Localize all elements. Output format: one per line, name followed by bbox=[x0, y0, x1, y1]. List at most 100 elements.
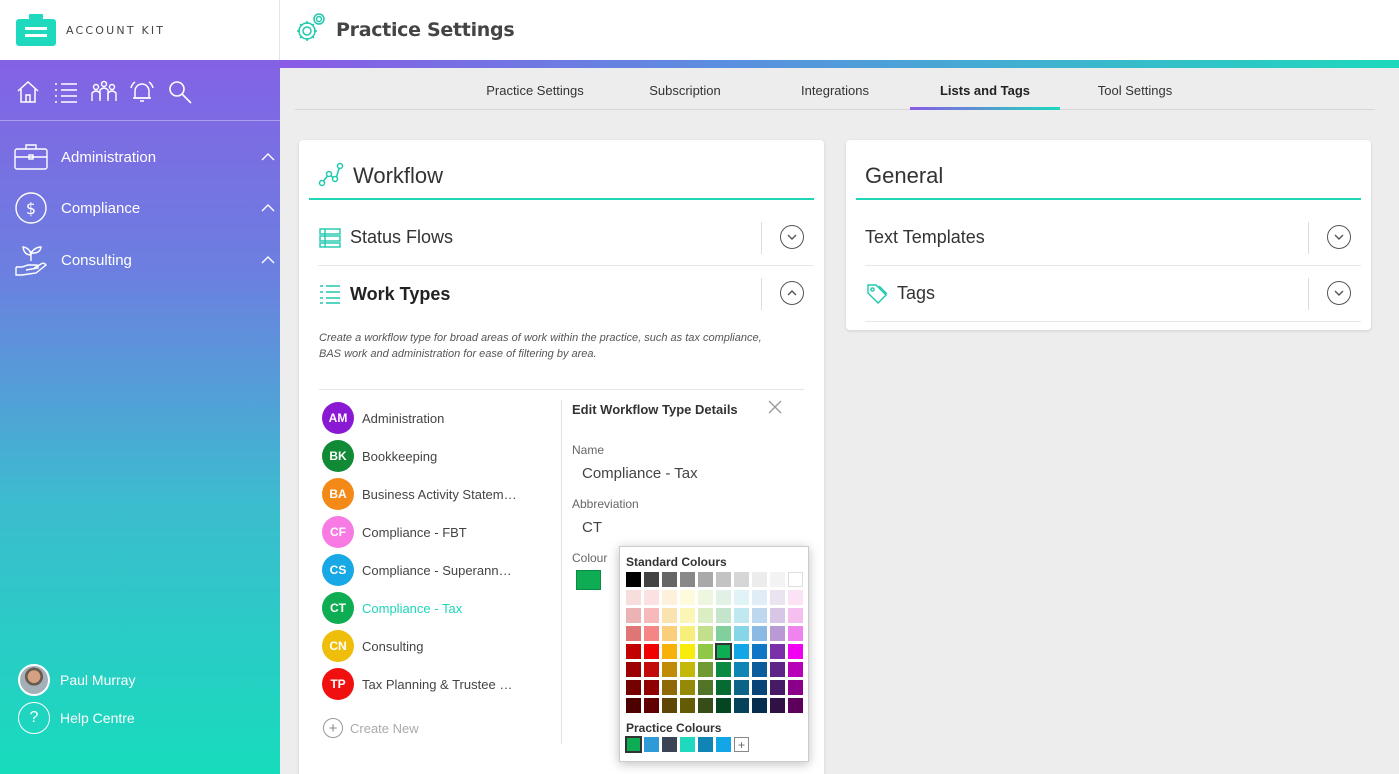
home-icon[interactable] bbox=[14, 78, 42, 106]
colour-swatch-cell[interactable] bbox=[734, 626, 749, 641]
colour-swatch-cell[interactable] bbox=[734, 644, 749, 659]
colour-swatch-cell[interactable] bbox=[734, 662, 749, 677]
colour-swatch-cell[interactable] bbox=[770, 662, 785, 677]
abbreviation-field[interactable] bbox=[572, 513, 802, 541]
colour-swatch-cell[interactable] bbox=[788, 590, 803, 605]
work-types-section[interactable]: Work Types bbox=[318, 266, 814, 322]
list-item[interactable]: BK Bookkeeping bbox=[322, 440, 517, 472]
add-colour-button[interactable]: + bbox=[734, 737, 749, 752]
colour-swatch-cell[interactable] bbox=[716, 698, 731, 713]
colour-swatch-cell[interactable] bbox=[698, 590, 713, 605]
practice-colour-cell[interactable] bbox=[680, 737, 695, 752]
practice-colour-cell[interactable] bbox=[644, 737, 659, 752]
practice-colour-cell[interactable] bbox=[662, 737, 677, 752]
colour-swatch-cell[interactable] bbox=[752, 644, 767, 659]
colour-swatch-cell[interactable] bbox=[626, 626, 641, 641]
colour-swatch-cell[interactable] bbox=[770, 608, 785, 623]
status-flows-section[interactable]: Status Flows bbox=[318, 210, 814, 266]
colour-swatch-cell[interactable] bbox=[770, 644, 785, 659]
colour-swatch-cell[interactable] bbox=[644, 698, 659, 713]
list-item[interactable]: BA Business Activity Statements bbox=[322, 478, 517, 510]
colour-swatch-cell[interactable] bbox=[788, 680, 803, 695]
chevron-down-icon[interactable] bbox=[1327, 281, 1351, 305]
colour-swatch-cell[interactable] bbox=[698, 608, 713, 623]
user-profile[interactable]: Paul Murray bbox=[18, 664, 135, 696]
sidebar-item-compliance[interactable]: $ Compliance bbox=[0, 188, 280, 228]
colour-swatch-cell[interactable] bbox=[734, 590, 749, 605]
colour-swatch-cell[interactable] bbox=[680, 608, 695, 623]
colour-swatch-cell[interactable] bbox=[644, 626, 659, 641]
colour-swatch-cell[interactable] bbox=[788, 608, 803, 623]
colour-swatch-cell[interactable] bbox=[644, 608, 659, 623]
team-icon[interactable] bbox=[90, 78, 118, 106]
list-icon[interactable] bbox=[52, 78, 80, 106]
search-icon[interactable] bbox=[166, 78, 194, 106]
colour-swatch-cell[interactable] bbox=[752, 626, 767, 641]
list-item[interactable]: AM Administration bbox=[322, 402, 517, 434]
colour-swatch-cell[interactable] bbox=[752, 680, 767, 695]
list-item[interactable]: CT Compliance - Tax bbox=[322, 592, 517, 624]
colour-swatch-cell[interactable] bbox=[734, 608, 749, 623]
colour-swatch-cell[interactable] bbox=[698, 572, 713, 587]
colour-swatch-cell[interactable] bbox=[680, 590, 695, 605]
chevron-down-icon[interactable] bbox=[1327, 225, 1351, 249]
practice-colour-cell[interactable] bbox=[716, 737, 731, 752]
practice-colour-cell[interactable] bbox=[626, 737, 641, 752]
chevron-up-icon[interactable] bbox=[260, 149, 276, 165]
colour-swatch-cell[interactable] bbox=[626, 644, 641, 659]
tab-practice-settings[interactable]: Practice Settings bbox=[470, 68, 600, 110]
colour-swatch-cell[interactable] bbox=[662, 572, 677, 587]
text-templates-section[interactable]: Text Templates bbox=[865, 210, 1361, 266]
colour-swatch-cell[interactable] bbox=[788, 644, 803, 659]
name-field[interactable] bbox=[572, 459, 802, 487]
colour-swatch-cell[interactable] bbox=[734, 698, 749, 713]
tab-integrations[interactable]: Integrations bbox=[770, 68, 900, 110]
tab-lists-and-tags[interactable]: Lists and Tags bbox=[910, 68, 1060, 110]
colour-swatch-cell[interactable] bbox=[662, 626, 677, 641]
colour-swatch-cell[interactable] bbox=[662, 680, 677, 695]
list-item[interactable]: CN Consulting bbox=[322, 630, 517, 662]
colour-swatch-cell[interactable] bbox=[626, 698, 641, 713]
colour-swatch-cell[interactable] bbox=[662, 698, 677, 713]
colour-swatch-cell[interactable] bbox=[716, 590, 731, 605]
chevron-down-icon[interactable] bbox=[780, 225, 804, 249]
colour-swatch-cell[interactable] bbox=[716, 572, 731, 587]
tab-tool-settings[interactable]: Tool Settings bbox=[1070, 68, 1200, 110]
colour-swatch-cell[interactable] bbox=[698, 626, 713, 641]
colour-swatch-cell[interactable] bbox=[698, 680, 713, 695]
bell-icon[interactable] bbox=[128, 78, 156, 106]
practice-colour-cell[interactable] bbox=[698, 737, 713, 752]
colour-swatch-cell[interactable] bbox=[788, 698, 803, 713]
colour-swatch-cell[interactable] bbox=[770, 626, 785, 641]
colour-swatch-cell[interactable] bbox=[770, 572, 785, 587]
colour-swatch-cell[interactable] bbox=[662, 608, 677, 623]
colour-swatch-cell[interactable] bbox=[788, 572, 803, 587]
colour-swatch-cell[interactable] bbox=[716, 608, 731, 623]
colour-swatch-cell[interactable] bbox=[752, 572, 767, 587]
colour-swatch-cell[interactable] bbox=[698, 662, 713, 677]
colour-swatch-cell[interactable] bbox=[788, 662, 803, 677]
briefcase-icon[interactable] bbox=[16, 14, 56, 46]
colour-swatch-cell[interactable] bbox=[626, 572, 641, 587]
colour-swatch-cell[interactable] bbox=[680, 680, 695, 695]
colour-swatch-cell[interactable] bbox=[680, 698, 695, 713]
list-item[interactable]: TP Tax Planning & Trustee Resolutions bbox=[322, 668, 517, 700]
colour-swatch-cell[interactable] bbox=[626, 662, 641, 677]
colour-swatch-cell[interactable] bbox=[734, 572, 749, 587]
colour-swatch-cell[interactable] bbox=[752, 662, 767, 677]
colour-swatch-cell[interactable] bbox=[734, 680, 749, 695]
colour-swatch-cell[interactable] bbox=[680, 626, 695, 641]
colour-swatch-cell[interactable] bbox=[698, 698, 713, 713]
colour-swatch-cell[interactable] bbox=[662, 644, 677, 659]
chevron-up-icon[interactable] bbox=[260, 252, 276, 268]
colour-swatch-cell[interactable] bbox=[680, 572, 695, 587]
colour-swatch[interactable] bbox=[576, 570, 601, 590]
colour-swatch-cell[interactable] bbox=[752, 698, 767, 713]
colour-swatch-cell[interactable] bbox=[680, 662, 695, 677]
colour-swatch-cell[interactable] bbox=[626, 608, 641, 623]
colour-swatch-cell[interactable] bbox=[644, 644, 659, 659]
tab-subscription[interactable]: Subscription bbox=[620, 68, 750, 110]
colour-swatch-cell[interactable] bbox=[626, 590, 641, 605]
chevron-up-icon[interactable] bbox=[260, 200, 276, 216]
colour-swatch-cell[interactable] bbox=[752, 608, 767, 623]
